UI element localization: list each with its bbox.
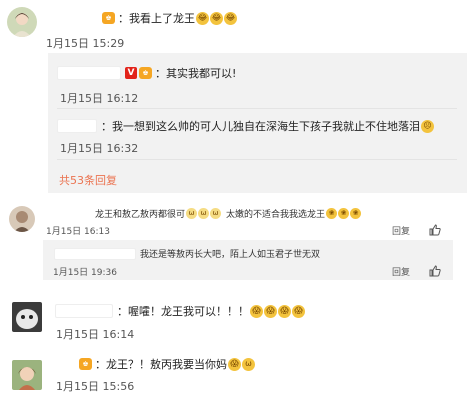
level-badge-icon: ♚ [102, 12, 115, 24]
avatar-image [12, 302, 42, 332]
avatar[interactable] [12, 360, 42, 390]
avatar-image [12, 360, 42, 390]
level-badge-icon: ♚ [139, 67, 152, 79]
reply-2-body: ： 我一想到这么帅的可人儿独自在深海生下孩子我就止不住地落泪 ☹ [57, 118, 434, 134]
separator: ： [155, 67, 166, 80]
verified-v-icon: V [125, 67, 137, 79]
comment-4-text: 龙王？！敖丙我要当你妈 [106, 358, 227, 371]
shocked-face-icon: 😱 [292, 304, 305, 318]
shocked-face-icon: 😱 [278, 304, 291, 318]
more-replies-link[interactable]: 共53条回复 [59, 172, 117, 188]
lion-face-icon: ❀ [350, 208, 362, 219]
username-redacted[interactable] [57, 66, 121, 80]
level-badge-icon: ♚ [79, 358, 92, 370]
reply-2-text: 我一想到这么帅的可人儿独自在深海生下孩子我就止不住地落泪 [112, 120, 420, 133]
comment-3-body: ： 喔嚯！龙王我可以！！！ 😱 😱 😱 😱 [55, 303, 305, 319]
separator: ： [117, 305, 128, 318]
comment-1-body: ♚ ： 我看上了龙王 😂 😂 😂 [102, 10, 237, 26]
avatar[interactable] [12, 302, 42, 332]
cat-face-icon: ω [210, 208, 222, 219]
reply-c2-text: 我还是等敖丙长大吧，陌上人如玉君子世无双 [140, 250, 321, 260]
username-redacted[interactable] [54, 247, 136, 260]
reply-1-text: 其实我都可以! [166, 67, 237, 80]
comment-4-time: 1月15日 15:56 [56, 380, 135, 393]
comment-2-time: 1月15日 16:13 [46, 227, 110, 237]
cat-face-icon: ω [242, 357, 255, 371]
comment-2-text-b: 太嫩的不适合我我选龙王 [226, 210, 326, 220]
laugh-cry-emoji-icon: 😂 [210, 11, 223, 25]
reply-button[interactable]: 回复 [392, 265, 410, 278]
like-icon[interactable] [429, 224, 441, 236]
comment-4-body: ♚ ： 龙王？！敖丙我要当你妈 😱 ω [79, 356, 255, 372]
comment-3-text: 喔嚯！龙王我可以！！！ [128, 305, 249, 318]
sad-face-icon: ☹ [421, 119, 434, 133]
cat-face-icon: ω [198, 208, 210, 219]
separator: ： [101, 120, 112, 133]
comment-1-time: 1月15日 15:29 [46, 37, 125, 50]
avatar[interactable] [7, 7, 37, 37]
laugh-cry-emoji-icon: 😂 [224, 11, 237, 25]
cat-face-icon: ω [186, 208, 198, 219]
shocked-face-icon: 😱 [228, 357, 241, 371]
laugh-cry-emoji-icon: 😂 [196, 11, 209, 25]
separator: ： [95, 358, 106, 371]
comment-3-time: 1月15日 16:14 [56, 328, 135, 341]
divider [57, 108, 457, 109]
username-redacted[interactable] [57, 119, 97, 133]
separator: ： [118, 12, 129, 25]
reply-button[interactable]: 回复 [392, 224, 410, 237]
avatar-image [7, 7, 37, 37]
lion-face-icon: ❀ [338, 208, 350, 219]
reply-2-time: 1月15日 16:32 [60, 142, 139, 155]
shocked-face-icon: 😱 [264, 304, 277, 318]
divider [57, 159, 457, 160]
reply-c2-time: 1月15日 19:36 [53, 268, 117, 278]
comment-1-text: 我看上了龙王 [129, 12, 195, 25]
username-redacted[interactable] [55, 304, 113, 318]
shocked-face-icon: 😱 [250, 304, 263, 318]
avatar-image [9, 206, 35, 232]
lion-face-icon: ❀ [326, 208, 338, 219]
comment-2-text-a: 龙王和敖乙敖丙都很可 [95, 210, 186, 220]
reply-1-body: V ♚ ： 其实我都可以! [57, 65, 236, 81]
like-icon[interactable] [429, 265, 441, 277]
reply-1-time: 1月15日 16:12 [60, 92, 139, 105]
comment-2-body: 龙王和敖乙敖丙都很可 ω ω ω 太嫩的不适合我我选龙王 ❀ ❀ ❀ [95, 207, 362, 220]
avatar[interactable] [9, 206, 35, 232]
reply-c2-body: 我还是等敖丙长大吧，陌上人如玉君子世无双 [54, 247, 320, 260]
